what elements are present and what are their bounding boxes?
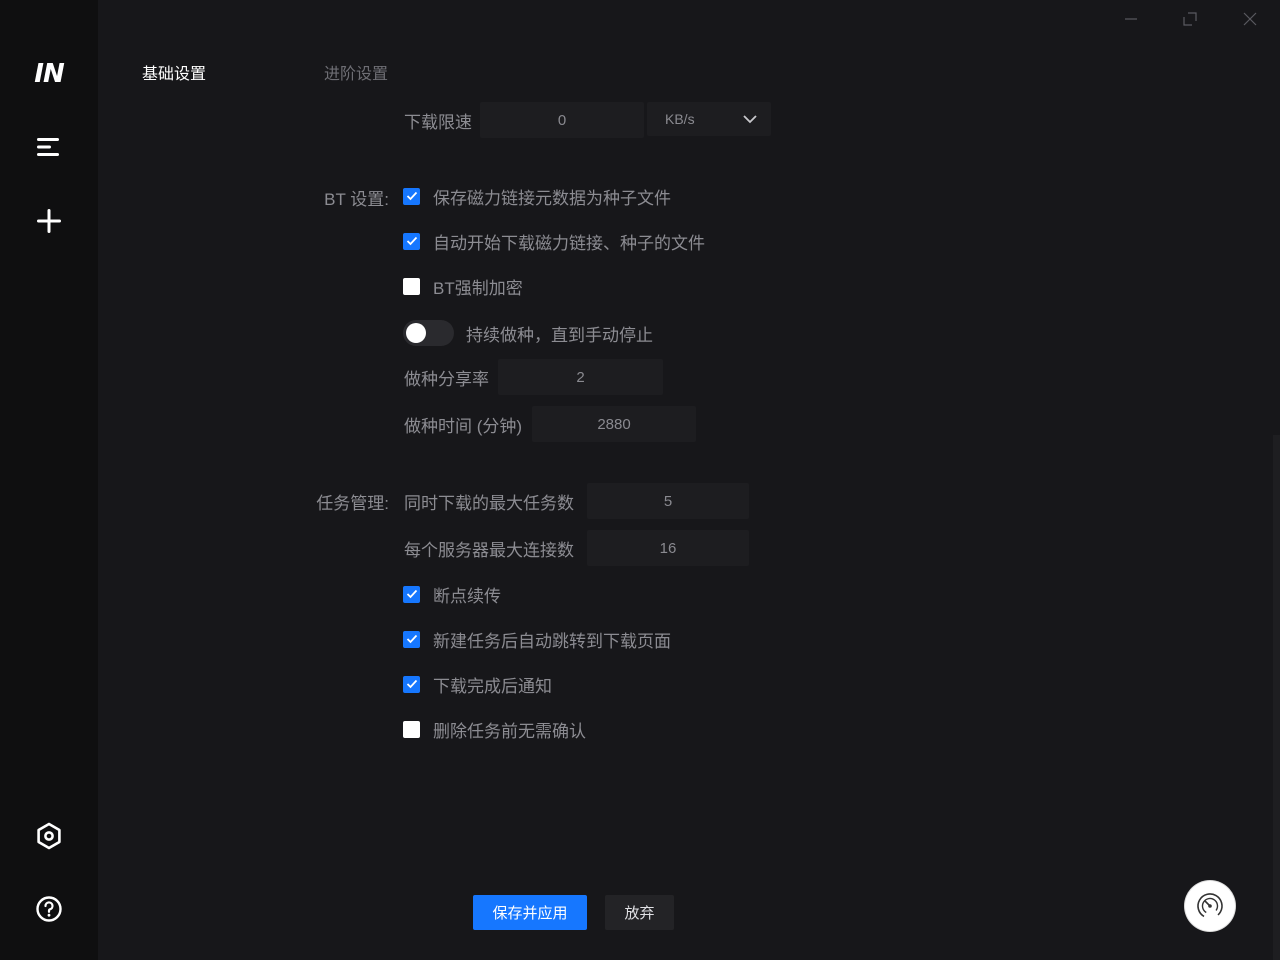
plus-icon[interactable] <box>25 197 73 245</box>
checkbox-checked-icon[interactable] <box>403 585 420 603</box>
scrollbar[interactable] <box>1273 435 1280 960</box>
max-tasks-input[interactable] <box>587 483 749 519</box>
keep-seeding-option[interactable]: 持续做种，直到手动停止 <box>403 319 653 347</box>
settings-icon[interactable] <box>25 812 73 860</box>
seed-time-label: 做种时间 (分钟) <box>404 417 523 436</box>
app-window: IN 基础设置 进阶设置 下载限速 0 KB/s BT 设置: 保存磁力链接元数… <box>0 0 1280 960</box>
resume-label: 断点续传 <box>433 586 501 606</box>
speed-unit-select[interactable]: KB/s <box>647 102 771 136</box>
minimize-icon[interactable] <box>1113 4 1149 34</box>
help-icon[interactable] <box>25 885 73 933</box>
speedometer-icon <box>1197 893 1223 919</box>
speedometer-button[interactable] <box>1185 881 1235 931</box>
seed-ratio-label: 做种分享率 <box>404 370 489 389</box>
speed-limit-input[interactable] <box>480 102 644 138</box>
toggle-knob <box>406 323 426 343</box>
auto-jump-option[interactable]: 新建任务后自动跳转到下载页面 <box>403 627 671 651</box>
auto-jump-label: 新建任务后自动跳转到下载页面 <box>433 631 671 651</box>
max-connections-input[interactable] <box>587 530 749 566</box>
seed-time-input[interactable] <box>532 406 696 442</box>
close-icon[interactable] <box>1232 4 1268 34</box>
bt-auto-start-label: 自动开始下载磁力链接、种子的文件 <box>433 233 705 253</box>
keep-seeding-toggle[interactable] <box>403 320 454 346</box>
discard-button[interactable]: 放弃 <box>605 895 674 930</box>
checkbox-checked-icon[interactable] <box>403 630 420 648</box>
no-confirm-delete-label: 删除任务前无需确认 <box>433 721 586 741</box>
notify-option[interactable]: 下载完成后通知 <box>403 672 552 696</box>
keep-seeding-label: 持续做种，直到手动停止 <box>466 325 653 345</box>
checkbox-checked-icon[interactable] <box>403 187 420 205</box>
tab-basic-settings[interactable]: 基础设置 <box>142 60 206 84</box>
tab-advanced-settings[interactable]: 进阶设置 <box>324 60 388 84</box>
max-connections-label: 每个服务器最大连接数 <box>404 541 574 560</box>
checkbox-unchecked-icon[interactable] <box>403 277 420 295</box>
bt-force-encryption-label: BT强制加密 <box>433 278 523 298</box>
speed-limit-label: 下载限速 <box>404 113 472 132</box>
save-apply-button[interactable]: 保存并应用 <box>473 895 587 930</box>
checkbox-unchecked-icon[interactable] <box>403 720 420 738</box>
sidebar: IN <box>0 0 98 960</box>
task-section-label: 任务管理: <box>316 494 389 513</box>
maximize-icon[interactable] <box>1172 4 1208 34</box>
checkbox-checked-icon[interactable] <box>403 232 420 250</box>
app-logo: IN <box>34 59 64 89</box>
resume-option[interactable]: 断点续传 <box>403 582 501 606</box>
speed-unit-value: KB/s <box>665 111 695 127</box>
no-confirm-delete-option[interactable]: 删除任务前无需确认 <box>403 717 586 741</box>
bt-force-encryption-option[interactable]: BT强制加密 <box>403 274 523 298</box>
bt-section-label: BT 设置: <box>324 190 389 209</box>
bt-save-torrent-label: 保存磁力链接元数据为种子文件 <box>433 188 671 208</box>
chevron-down-icon <box>743 115 757 124</box>
max-tasks-label: 同时下载的最大任务数 <box>404 494 574 513</box>
checkbox-checked-icon[interactable] <box>403 675 420 693</box>
notify-label: 下载完成后通知 <box>433 676 552 696</box>
menu-icon[interactable] <box>25 123 73 171</box>
seed-ratio-input[interactable] <box>498 359 663 395</box>
bt-save-torrent-option[interactable]: 保存磁力链接元数据为种子文件 <box>403 184 671 208</box>
bt-auto-start-option[interactable]: 自动开始下载磁力链接、种子的文件 <box>403 229 705 253</box>
